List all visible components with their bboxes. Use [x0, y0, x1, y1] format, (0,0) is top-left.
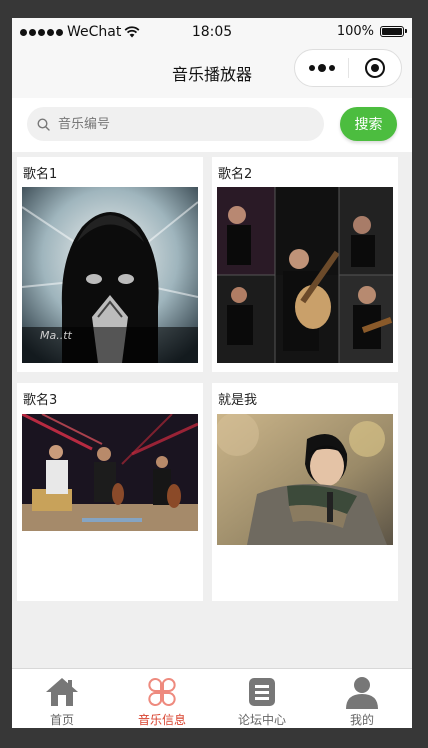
tab-label: 首页 — [49, 713, 74, 727]
battery-percent: 100% — [336, 24, 374, 39]
home-icon — [46, 678, 78, 706]
status-right: 100% — [336, 24, 407, 39]
song-cover-image[interactable] — [217, 414, 393, 545]
cover-art-scarf-portrait — [217, 414, 393, 545]
search-icon — [37, 117, 50, 131]
tab-label: 音乐信息 — [137, 713, 186, 727]
clover-icon — [148, 678, 176, 706]
song-cover-image[interactable] — [217, 187, 393, 363]
cover-art-band-collage — [217, 187, 393, 363]
song-title: 歌名3 — [23, 393, 58, 408]
close-target-icon — [364, 58, 385, 78]
song-card[interactable]: 歌名3 — [17, 383, 203, 601]
song-title: 歌名2 — [218, 167, 253, 182]
song-cover-image[interactable]: Ma..tt — [22, 187, 198, 363]
phone-screen: WeChat 18:05 100% 音乐播放器 音乐编号 搜索 歌名1 Ma..… — [12, 18, 412, 728]
search-input[interactable] — [56, 115, 310, 133]
battery-icon — [380, 26, 407, 37]
search-box[interactable] — [27, 107, 324, 141]
list-icon — [249, 678, 275, 706]
tab-label: 论坛中心 — [237, 713, 286, 727]
close-button[interactable] — [349, 58, 401, 78]
tab-home[interactable]: 首页 — [12, 669, 112, 728]
song-card[interactable]: 歌名2 — [212, 157, 398, 372]
cover-art-stage — [22, 414, 198, 531]
navigation-bar: 音乐播放器 — [12, 46, 412, 98]
search-button[interactable]: 搜索 — [340, 107, 397, 141]
svg-text:Ma..tt: Ma..tt — [40, 329, 73, 342]
song-title: 歌名1 — [23, 167, 58, 182]
tab-bar: 首页 音乐信息 论坛中心 我的 — [12, 668, 412, 728]
song-cover-image[interactable] — [22, 414, 198, 531]
song-title: 就是我 — [218, 393, 258, 408]
cover-art-portrait: Ma..tt — [22, 187, 198, 363]
song-card[interactable]: 歌名1 Ma..tt — [17, 157, 203, 372]
user-icon — [346, 677, 378, 709]
more-dots-icon — [308, 65, 315, 71]
mini-program-capsule — [294, 49, 402, 87]
more-button[interactable] — [295, 64, 348, 72]
search-bar: 搜索 — [12, 98, 412, 152]
tab-music-info[interactable]: 音乐信息 — [112, 669, 212, 728]
tab-label: 我的 — [349, 713, 374, 727]
tab-mine[interactable]: 我的 — [312, 669, 412, 728]
status-bar: WeChat 18:05 100% — [12, 18, 412, 46]
tab-forum[interactable]: 论坛中心 — [212, 669, 312, 728]
song-card[interactable]: 就是我 — [212, 383, 398, 601]
